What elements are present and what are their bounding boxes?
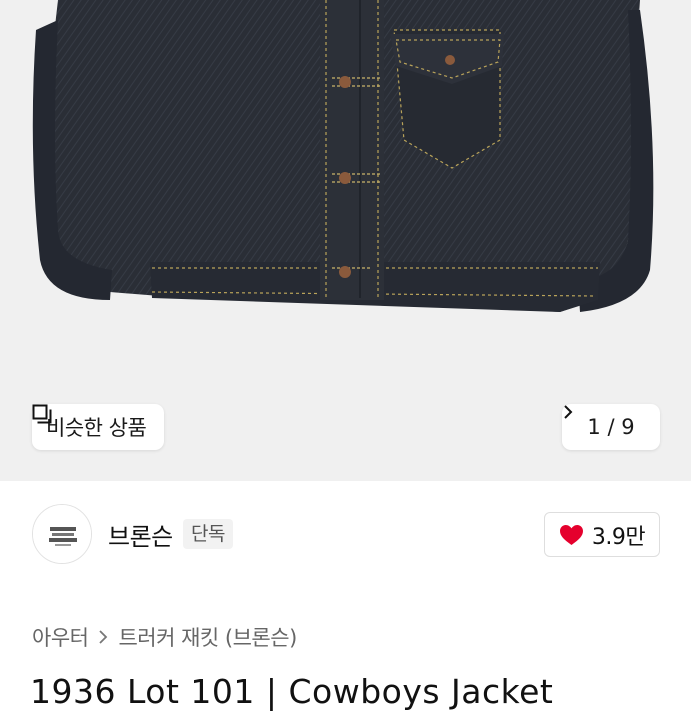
heart-icon	[559, 524, 583, 545]
breadcrumb-item-trucker-jacket[interactable]: 트러커 재킷 (브론슨)	[118, 622, 297, 652]
store-logo-graphic	[33, 505, 91, 563]
similar-products-label: 비슷한 상품	[46, 416, 147, 440]
store-info-row: 브론슨 단독 3.9만	[0, 481, 691, 591]
chevron-right-icon	[99, 630, 108, 644]
store-name[interactable]: 브론슨	[108, 517, 173, 552]
similar-products-button[interactable]: 비슷한 상품	[32, 404, 165, 450]
like-button[interactable]: 3.9만	[544, 512, 660, 557]
chevron-right-icon	[564, 405, 573, 419]
image-page-indicator: 1 / 9	[587, 415, 635, 439]
product-image-gallery[interactable]: 비슷한 상품 1 / 9	[0, 0, 691, 481]
product-title: 1936 Lot 101 | Cowboys Jacket	[30, 672, 554, 711]
breadcrumb-item-outer[interactable]: 아우터	[32, 622, 89, 652]
similar-products-icon	[32, 404, 52, 424]
store-logo[interactable]	[32, 504, 92, 564]
exclusive-badge: 단독	[183, 519, 233, 549]
breadcrumb: 아우터 트러커 재킷 (브론슨)	[32, 620, 297, 654]
image-pager-button[interactable]: 1 / 9	[562, 404, 660, 450]
like-count: 3.9만	[591, 524, 646, 550]
